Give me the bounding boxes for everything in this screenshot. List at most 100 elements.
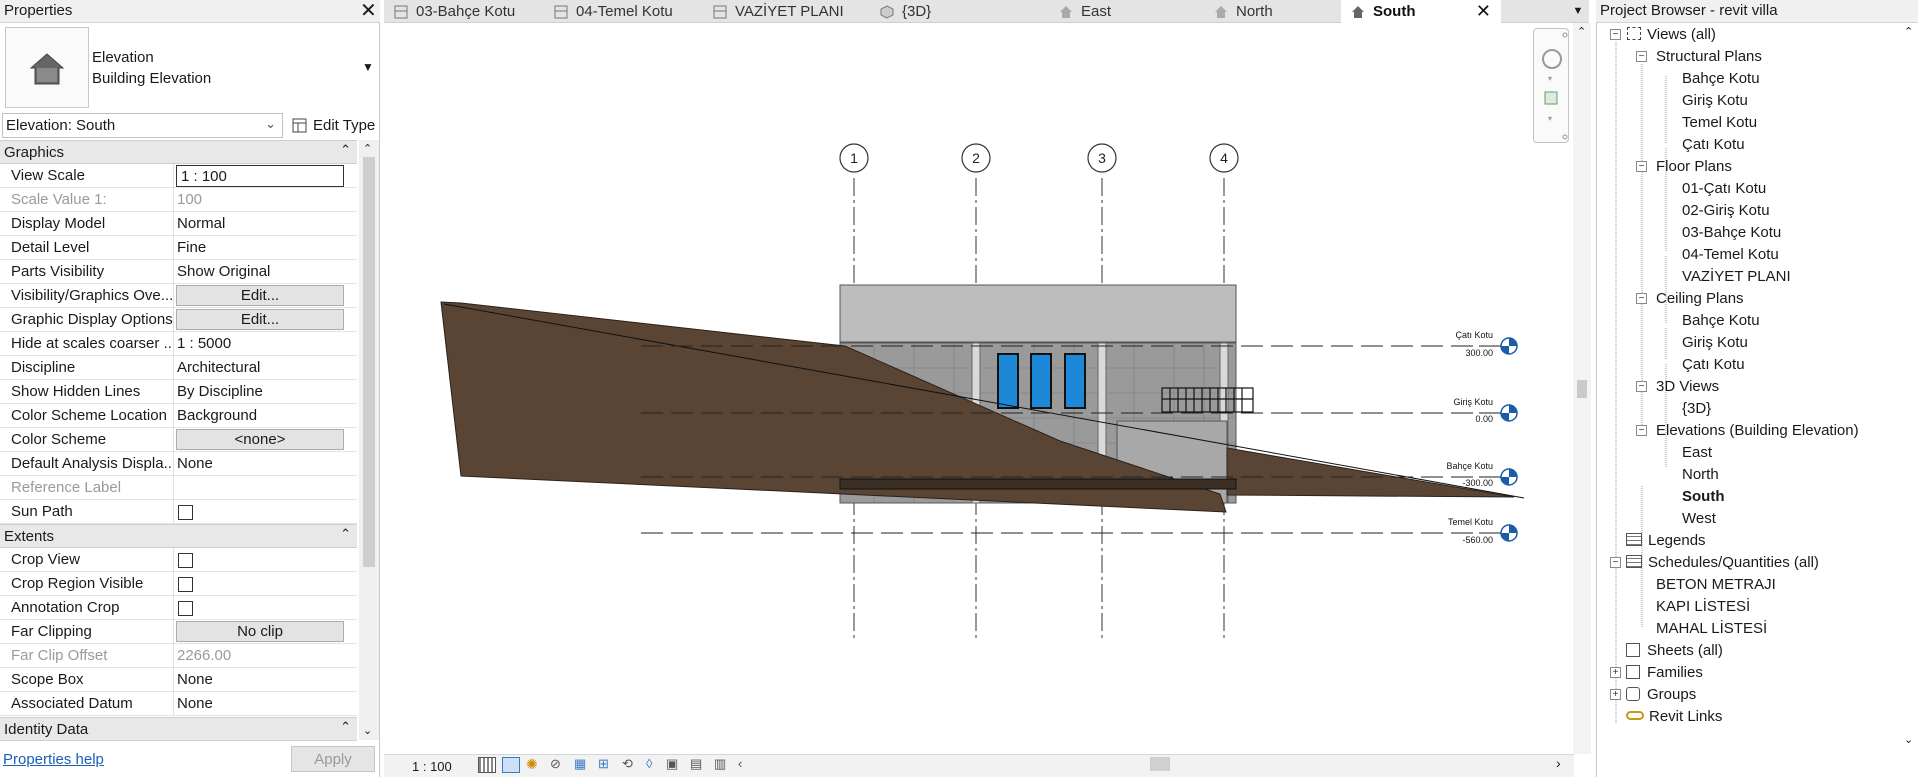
collapse-icon[interactable]: − bbox=[1636, 293, 1647, 304]
browser-scrollbar[interactable]: ⌃ ⌄ bbox=[1900, 23, 1918, 754]
tab-dropdown-icon[interactable]: ▼ bbox=[1567, 0, 1589, 22]
navigation-bar[interactable]: ▾ ▾ bbox=[1533, 28, 1569, 143]
view-scale-control[interactable]: 1 : 100 bbox=[412, 759, 452, 774]
prop-row[interactable]: Color Scheme <none> bbox=[0, 428, 357, 452]
collapse-icon[interactable]: − bbox=[1610, 557, 1621, 568]
chevron-down-icon[interactable]: ▾ bbox=[1548, 114, 1552, 123]
window[interactable] bbox=[1064, 353, 1086, 409]
tree-item[interactable]: BETON METRAJI bbox=[1656, 576, 1776, 593]
window[interactable] bbox=[997, 353, 1019, 409]
annotation-crop-checkbox[interactable] bbox=[178, 601, 193, 616]
unlocked-3d-icon[interactable]: ◊ bbox=[646, 757, 660, 773]
elevation-drawing[interactable]: 1 2 3 4 Çatı Kotu 300.00 Giriş Kotu 0.00… bbox=[384, 23, 1574, 754]
tree-item[interactable]: West bbox=[1682, 510, 1716, 527]
tree-item[interactable]: {3D} bbox=[1682, 400, 1711, 417]
foundation-slab[interactable] bbox=[839, 478, 1237, 490]
tree-revit-links[interactable]: Revit Links bbox=[1626, 708, 1722, 725]
scroll-up-icon[interactable]: ⌃ bbox=[363, 142, 372, 155]
tab-3d[interactable]: {3D} bbox=[870, 0, 1028, 23]
chevron-down-icon[interactable]: ▾ bbox=[1548, 74, 1552, 83]
window[interactable] bbox=[1030, 353, 1052, 409]
scroll-up-icon[interactable]: ⌃ bbox=[1577, 25, 1586, 38]
temporary-hide-icon[interactable]: ▣ bbox=[666, 757, 684, 773]
tree-item-active[interactable]: South bbox=[1682, 488, 1725, 505]
tree-item[interactable]: Çatı Kotu bbox=[1682, 356, 1745, 373]
expand-icon[interactable]: + bbox=[1610, 667, 1621, 678]
canvas-scroll-thumb[interactable] bbox=[1577, 380, 1587, 398]
level-head[interactable] bbox=[1500, 337, 1518, 355]
prop-row[interactable]: Color Scheme Location Background bbox=[0, 404, 357, 428]
prop-row[interactable]: Parts Visibility Show Original bbox=[0, 260, 357, 284]
steering-wheel-icon[interactable] bbox=[1542, 49, 1562, 69]
prop-row[interactable]: Hide at scales coarser ... 1 : 5000 bbox=[0, 332, 357, 356]
type-name[interactable]: Elevation Building Elevation bbox=[92, 47, 211, 89]
tree-item[interactable]: North bbox=[1682, 466, 1719, 483]
level-head[interactable] bbox=[1500, 404, 1518, 422]
tree-floor-plans[interactable]: Floor Plans bbox=[1656, 158, 1732, 175]
tree-item[interactable]: Giriş Kotu bbox=[1682, 92, 1748, 109]
scroll-right-icon[interactable]: › bbox=[1556, 755, 1561, 771]
visual-style-icon[interactable] bbox=[502, 757, 520, 773]
tree-item[interactable]: VAZİYET PLANI bbox=[1682, 268, 1791, 285]
terrain-right[interactable] bbox=[1226, 447, 1515, 498]
drawing-canvas[interactable]: 1 2 3 4 Çatı Kotu 300.00 Giriş Kotu 0.00… bbox=[384, 23, 1574, 754]
prop-row[interactable]: Sun Path bbox=[0, 500, 357, 524]
tree-ceiling-plans[interactable]: Ceiling Plans bbox=[1656, 290, 1744, 307]
crop-region-icon[interactable]: ⟲ bbox=[622, 757, 640, 773]
collapse-icon[interactable]: − bbox=[1636, 51, 1647, 62]
tree-item[interactable]: 03-Bahçe Kotu bbox=[1682, 224, 1781, 241]
collapse-icon[interactable]: ⌃ bbox=[340, 142, 351, 158]
collapse-icon[interactable]: − bbox=[1636, 161, 1647, 172]
tree-item[interactable]: Bahçe Kotu bbox=[1682, 312, 1760, 329]
tab-south[interactable]: South ✕ bbox=[1341, 0, 1501, 23]
tree-families[interactable]: Families bbox=[1626, 664, 1703, 681]
prop-row[interactable]: Discipline Architectural bbox=[0, 356, 357, 380]
collapse-icon[interactable]: − bbox=[1636, 381, 1647, 392]
level-head[interactable] bbox=[1500, 468, 1518, 486]
section-graphics[interactable]: Graphics ⌃ bbox=[0, 140, 357, 164]
sun-path-icon[interactable]: ✺ bbox=[526, 757, 544, 773]
shadows-icon[interactable]: ⊘ bbox=[550, 757, 568, 773]
tree-item[interactable]: 04-Temel Kotu bbox=[1682, 246, 1779, 263]
tab-04-temel-kotu[interactable]: 04-Temel Kotu bbox=[544, 0, 703, 23]
color-scheme-button[interactable]: <none> bbox=[176, 429, 344, 450]
tree-groups[interactable]: Groups bbox=[1626, 686, 1696, 703]
section-identity[interactable]: Identity Data ⌃ bbox=[0, 717, 357, 741]
properties-scroll-thumb[interactable] bbox=[363, 157, 375, 567]
prop-value[interactable]: 1 : 5000 bbox=[174, 332, 357, 355]
prop-value[interactable]: None bbox=[174, 452, 357, 475]
reveal-hidden-icon[interactable]: ▤ bbox=[690, 757, 708, 773]
roof-parapet[interactable] bbox=[839, 284, 1237, 343]
prop-value[interactable]: Normal bbox=[174, 212, 357, 235]
edit-type-button[interactable]: Edit Type bbox=[288, 113, 379, 138]
collapse-icon[interactable]: − bbox=[1636, 425, 1647, 436]
tab-03-bahce-kotu[interactable]: 03-Bahçe Kotu bbox=[384, 0, 544, 23]
far-clipping-button[interactable]: No clip bbox=[176, 621, 344, 642]
tab-east[interactable]: East bbox=[1028, 0, 1186, 23]
tree-item[interactable]: 01-Çatı Kotu bbox=[1682, 180, 1766, 197]
tree-item[interactable]: MAHAL LİSTESİ bbox=[1656, 620, 1767, 637]
canvas-hscroll-thumb[interactable] bbox=[1150, 757, 1170, 771]
apply-button[interactable]: Apply bbox=[291, 746, 375, 772]
prop-value[interactable]: Architectural bbox=[174, 356, 357, 379]
tree-structural-plans[interactable]: Structural Plans bbox=[1656, 48, 1762, 65]
section-extents[interactable]: Extents ⌃ bbox=[0, 524, 357, 548]
crop-region-visible-checkbox[interactable] bbox=[178, 577, 193, 592]
prop-row[interactable]: Associated Datum None bbox=[0, 692, 357, 716]
detail-level-icon[interactable] bbox=[478, 757, 496, 773]
prop-row[interactable]: Show Hidden Lines By Discipline bbox=[0, 380, 357, 404]
collapse-icon[interactable]: − bbox=[1610, 29, 1621, 40]
tree-item[interactable]: East bbox=[1682, 444, 1712, 461]
tree-3d-views[interactable]: 3D Views bbox=[1656, 378, 1719, 395]
expand-icon[interactable]: + bbox=[1610, 689, 1621, 700]
tree-item[interactable]: Temel Kotu bbox=[1682, 114, 1757, 131]
tree-sheets[interactable]: Sheets (all) bbox=[1626, 642, 1723, 659]
tree-item[interactable]: Çatı Kotu bbox=[1682, 136, 1745, 153]
tree-item[interactable]: 02-Giriş Kotu bbox=[1682, 202, 1770, 219]
zoom-region-icon[interactable] bbox=[1544, 91, 1558, 105]
prop-row[interactable]: Graphic Display Options Edit... bbox=[0, 308, 357, 332]
tree-item[interactable]: Giriş Kotu bbox=[1682, 334, 1748, 351]
prop-row[interactable]: Crop View bbox=[0, 548, 357, 572]
close-icon[interactable]: ✕ bbox=[360, 1, 377, 21]
sun-path-checkbox[interactable] bbox=[178, 505, 193, 520]
